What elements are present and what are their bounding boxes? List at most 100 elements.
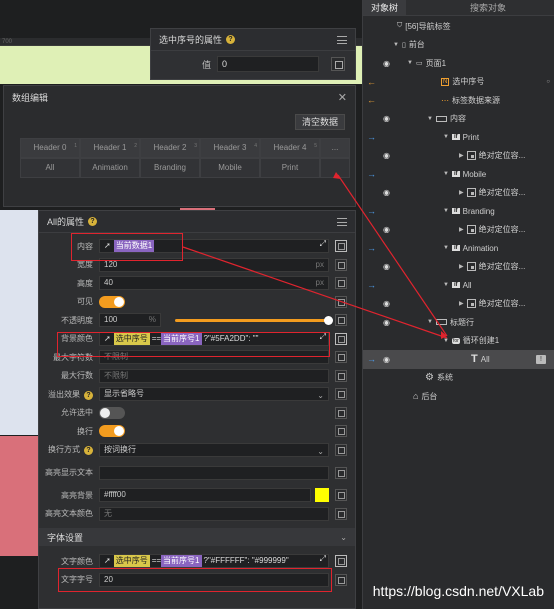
tree-item[interactable]: ◉ ▶ 绝对定位容...: [363, 221, 554, 240]
tree-item[interactable]: ◉ ▶ 绝对定位容...: [363, 184, 554, 203]
grid-value-cell[interactable]: [320, 158, 350, 178]
bind-icon[interactable]: [335, 555, 347, 568]
grid-header-cell[interactable]: Header 45: [260, 138, 320, 158]
tree-item[interactable]: → ▼ if Mobile: [363, 165, 554, 184]
eye-icon[interactable]: ◉: [383, 151, 390, 160]
info-icon[interactable]: !: [536, 354, 546, 364]
highlight-text-input[interactable]: 无: [99, 506, 329, 521]
tree-item-selected[interactable]: → ◉ T All!: [363, 350, 554, 369]
grid-value-cell[interactable]: Mobile: [200, 158, 260, 178]
bind-icon[interactable]: [335, 466, 347, 479]
bind-icon[interactable]: [335, 443, 347, 456]
expand-icon[interactable]: ⤢: [320, 553, 326, 565]
arrow-left-icon: ←: [367, 95, 376, 106]
highlight-input[interactable]: [99, 465, 329, 480]
grid-value-cell[interactable]: All: [20, 158, 80, 178]
help-icon[interactable]: ?: [84, 390, 93, 400]
grid-value-cell[interactable]: Print: [260, 158, 320, 178]
grid-header-cell[interactable]: Header 23: [140, 138, 200, 158]
height-input[interactable]: 40 px: [99, 276, 329, 291]
bind-icon[interactable]: [335, 573, 347, 586]
color-swatch[interactable]: [315, 488, 329, 503]
eye-icon[interactable]: ◉: [383, 318, 390, 327]
slider-knob[interactable]: [324, 315, 333, 325]
visible-toggle[interactable]: [99, 295, 125, 308]
eye-icon[interactable]: ◉: [383, 355, 390, 364]
opacity-slider[interactable]: [175, 315, 333, 325]
grid-header-cell[interactable]: Header 34: [200, 138, 260, 158]
bind-icon[interactable]: [335, 351, 347, 364]
tree-item[interactable]: ◉ ▶ 绝对定位容...: [363, 147, 554, 166]
bind-icon[interactable]: [335, 295, 347, 308]
tab-object-tree[interactable]: 对象树: [363, 0, 407, 15]
help-icon[interactable]: ?: [226, 35, 236, 44]
tree-item[interactable]: ◉ ▼ ▭ 页面1: [363, 54, 554, 73]
tree-item[interactable]: ◉ ▼ 内容: [363, 110, 554, 129]
tree-item[interactable]: ▼ for 循环创建1: [363, 332, 554, 351]
allowselect-toggle[interactable]: [99, 406, 125, 419]
bind-icon[interactable]: [335, 507, 347, 520]
tree-item[interactable]: ← N 选中序号 ○: [363, 73, 554, 92]
eye-icon[interactable]: ◉: [383, 262, 390, 271]
close-icon[interactable]: ✕: [338, 91, 347, 104]
bind-icon[interactable]: [335, 489, 347, 502]
tree-item[interactable]: ← ⋯ 标签数据来源: [363, 91, 554, 110]
wrap-label: 换行: [77, 426, 93, 436]
chevron-right-icon: ▶: [459, 301, 464, 308]
opacity-input[interactable]: 100%: [99, 313, 161, 328]
expand-icon[interactable]: ⤢: [320, 238, 326, 250]
grid-header-cell[interactable]: ...: [320, 138, 350, 158]
overflow-row: 溢出效果? 显示省略号 ⌄: [39, 385, 355, 404]
tree-item[interactable]: ⚙ 系统: [363, 369, 554, 388]
grid-header-cell[interactable]: Header 12: [80, 138, 140, 158]
tab-search-object[interactable]: 搜索对象: [462, 0, 514, 15]
bind-icon[interactable]: [335, 332, 347, 345]
tree-item[interactable]: ◉ ▶ 绝对定位容...: [363, 295, 554, 314]
if-icon: if: [451, 171, 460, 178]
selected-index-props-panel: 选中序号的属性 ? 值 0: [150, 28, 356, 80]
eye-icon[interactable]: ◉: [383, 299, 390, 308]
eye-icon[interactable]: ◉: [383, 59, 390, 68]
eye-icon[interactable]: ◉: [383, 225, 390, 234]
help-icon[interactable]: ?: [88, 217, 98, 226]
grid-value-cell[interactable]: Branding: [140, 158, 200, 178]
tree-item[interactable]: ◉ ▼ 标题行: [363, 313, 554, 332]
grid-value-cell[interactable]: Animation: [80, 158, 140, 178]
bind-icon[interactable]: [335, 369, 347, 382]
value-input[interactable]: 0: [217, 56, 319, 72]
tree-item[interactable]: → ▼ if Branding: [363, 202, 554, 221]
bind-icon[interactable]: [335, 425, 347, 438]
bind-icon[interactable]: [331, 57, 345, 71]
tree-item[interactable]: ▼ ▯ 前台: [363, 36, 554, 55]
font-section-header[interactable]: 字体设置 ⌄: [39, 528, 355, 546]
menu-icon[interactable]: [337, 217, 347, 226]
tree-item[interactable]: ⛉ [56]导航标签: [363, 17, 554, 36]
highlight-text-row: 高亮文本颜色 无: [39, 505, 355, 524]
tree-item[interactable]: → ▼ if All: [363, 276, 554, 295]
tree-item[interactable]: ◉ ▶ 绝对定位容...: [363, 258, 554, 277]
bind-icon[interactable]: [335, 388, 347, 401]
maxlines-input[interactable]: 不限制: [99, 368, 329, 383]
visible-row: 可见: [39, 293, 355, 312]
wrap-toggle[interactable]: [99, 425, 125, 438]
clear-data-button[interactable]: 清空数据: [294, 114, 345, 130]
tree-item[interactable]: → ▼ if Print: [363, 128, 554, 147]
eye-icon[interactable]: ◉: [383, 188, 390, 197]
tree-item[interactable]: ⌂ 后台: [363, 387, 554, 406]
grid-header-cell[interactable]: Header 01: [20, 138, 80, 158]
bind-icon[interactable]: [335, 277, 347, 290]
wrapmode-select[interactable]: 按词换行 ⌄: [99, 442, 329, 457]
bind-icon[interactable]: [335, 240, 347, 253]
eye-icon[interactable]: ◉: [383, 114, 390, 123]
help-icon[interactable]: ?: [84, 446, 93, 456]
menu-icon[interactable]: [337, 35, 347, 44]
tree-item[interactable]: → ▼ if Animation: [363, 239, 554, 258]
overflow-select[interactable]: 显示省略号 ⌄: [99, 387, 329, 402]
bind-icon[interactable]: [335, 258, 347, 271]
textcolor-expression-input[interactable]: ➚ 选中序号 == 当前序号1 ?"#FFFFFF": "#999999" ⤢: [99, 553, 329, 569]
bind-icon[interactable]: [335, 406, 347, 419]
nav-tag-icon: ⛉: [397, 22, 403, 30]
bind-icon[interactable]: [335, 314, 347, 327]
tree-tabs: 对象树 搜索对象: [363, 0, 554, 16]
highlight-bg-input[interactable]: #ffff00: [99, 488, 311, 503]
